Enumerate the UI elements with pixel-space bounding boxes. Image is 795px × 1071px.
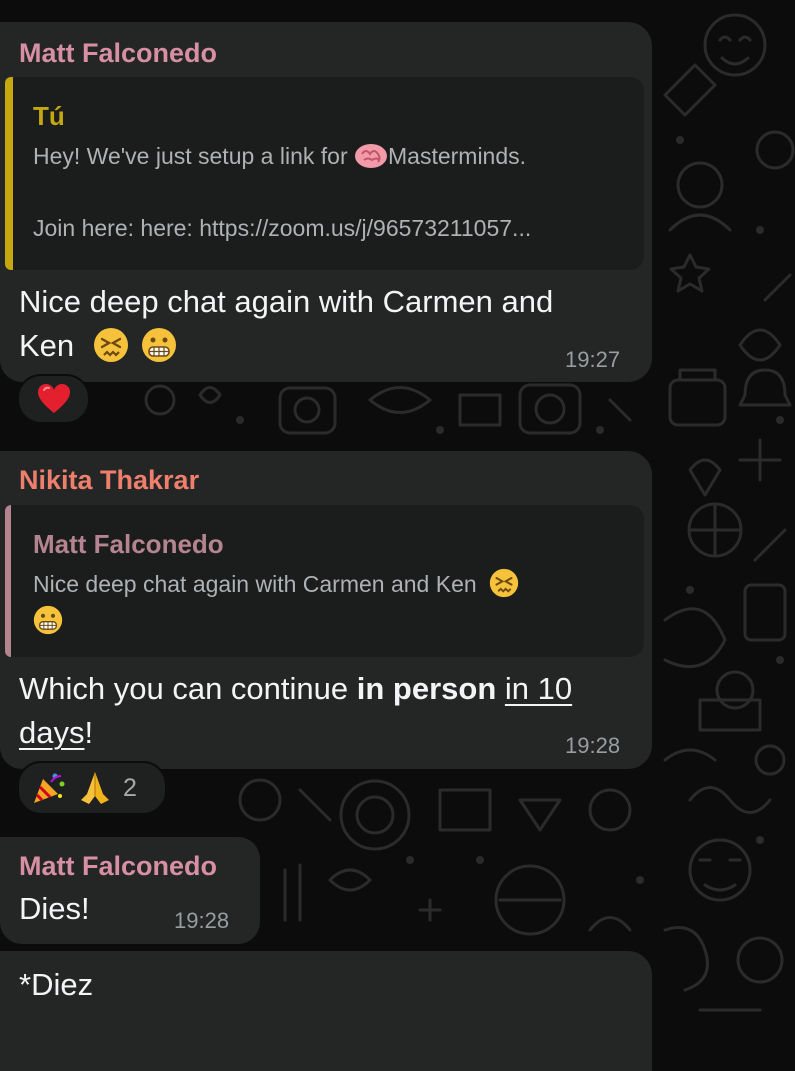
folded-hands-emoji-icon: [81, 772, 109, 804]
quoted-message[interactable]: Tú Hey! We've just setup a link for Mast…: [5, 77, 644, 270]
message-text: Which you can continue in person in 10 d…: [19, 671, 573, 750]
bold-text: in person: [356, 671, 497, 706]
quote-line: Hey! We've just setup a link for Masterm…: [33, 143, 527, 169]
reaction-badge[interactable]: 2: [17, 761, 167, 815]
message-text: Nice deep chat again with Carmen and Ken: [19, 284, 554, 363]
sender-name[interactable]: Matt Falconedo: [19, 38, 217, 69]
reaction-count: 2: [123, 773, 137, 802]
persevering-face-emoji-icon: [489, 568, 519, 598]
quote-accent-bar: [5, 505, 11, 657]
quote-sender: Tú: [33, 101, 65, 131]
message-bubble[interactable]: *Diez: [0, 951, 652, 1071]
sender-name[interactable]: Nikita Thakrar: [19, 465, 199, 496]
message-text: *Diez: [19, 967, 94, 1002]
message-timestamp: 19:27: [565, 347, 621, 372]
grimacing-face-emoji-icon: [142, 327, 177, 362]
message-bubble[interactable]: Matt Falconedo Tú Hey! We've just setup …: [0, 22, 652, 382]
message-timestamp: 19:28: [565, 733, 621, 758]
message-bubble[interactable]: Nikita Thakrar Matt Falconedo Nice deep …: [0, 451, 652, 769]
party-popper-emoji-icon: [34, 773, 65, 803]
brain-emoji-icon: [355, 143, 387, 168]
date-link[interactable]: days: [19, 715, 84, 750]
message-bubble[interactable]: Matt Falconedo Dies! 19:28: [0, 837, 260, 944]
date-link[interactable]: in 10: [505, 671, 572, 706]
quote-link-line: Join here: here: https://zoom.us/j/96573…: [33, 215, 532, 241]
reaction-badge[interactable]: [17, 374, 90, 424]
grimacing-face-emoji-icon: [33, 605, 63, 635]
message-text: Dies!: [19, 891, 90, 926]
quoted-message[interactable]: Matt Falconedo Nice deep chat again with…: [5, 505, 644, 657]
quote-sender: Matt Falconedo: [33, 529, 224, 559]
sender-name[interactable]: Matt Falconedo: [19, 851, 217, 882]
persevering-face-emoji-icon: [93, 327, 128, 362]
quote-accent-bar: [5, 77, 13, 270]
quote-line: Nice deep chat again with Carmen and Ken: [33, 568, 519, 598]
red-heart-emoji-icon: [37, 384, 70, 413]
message-timestamp: 19:28: [174, 908, 230, 933]
